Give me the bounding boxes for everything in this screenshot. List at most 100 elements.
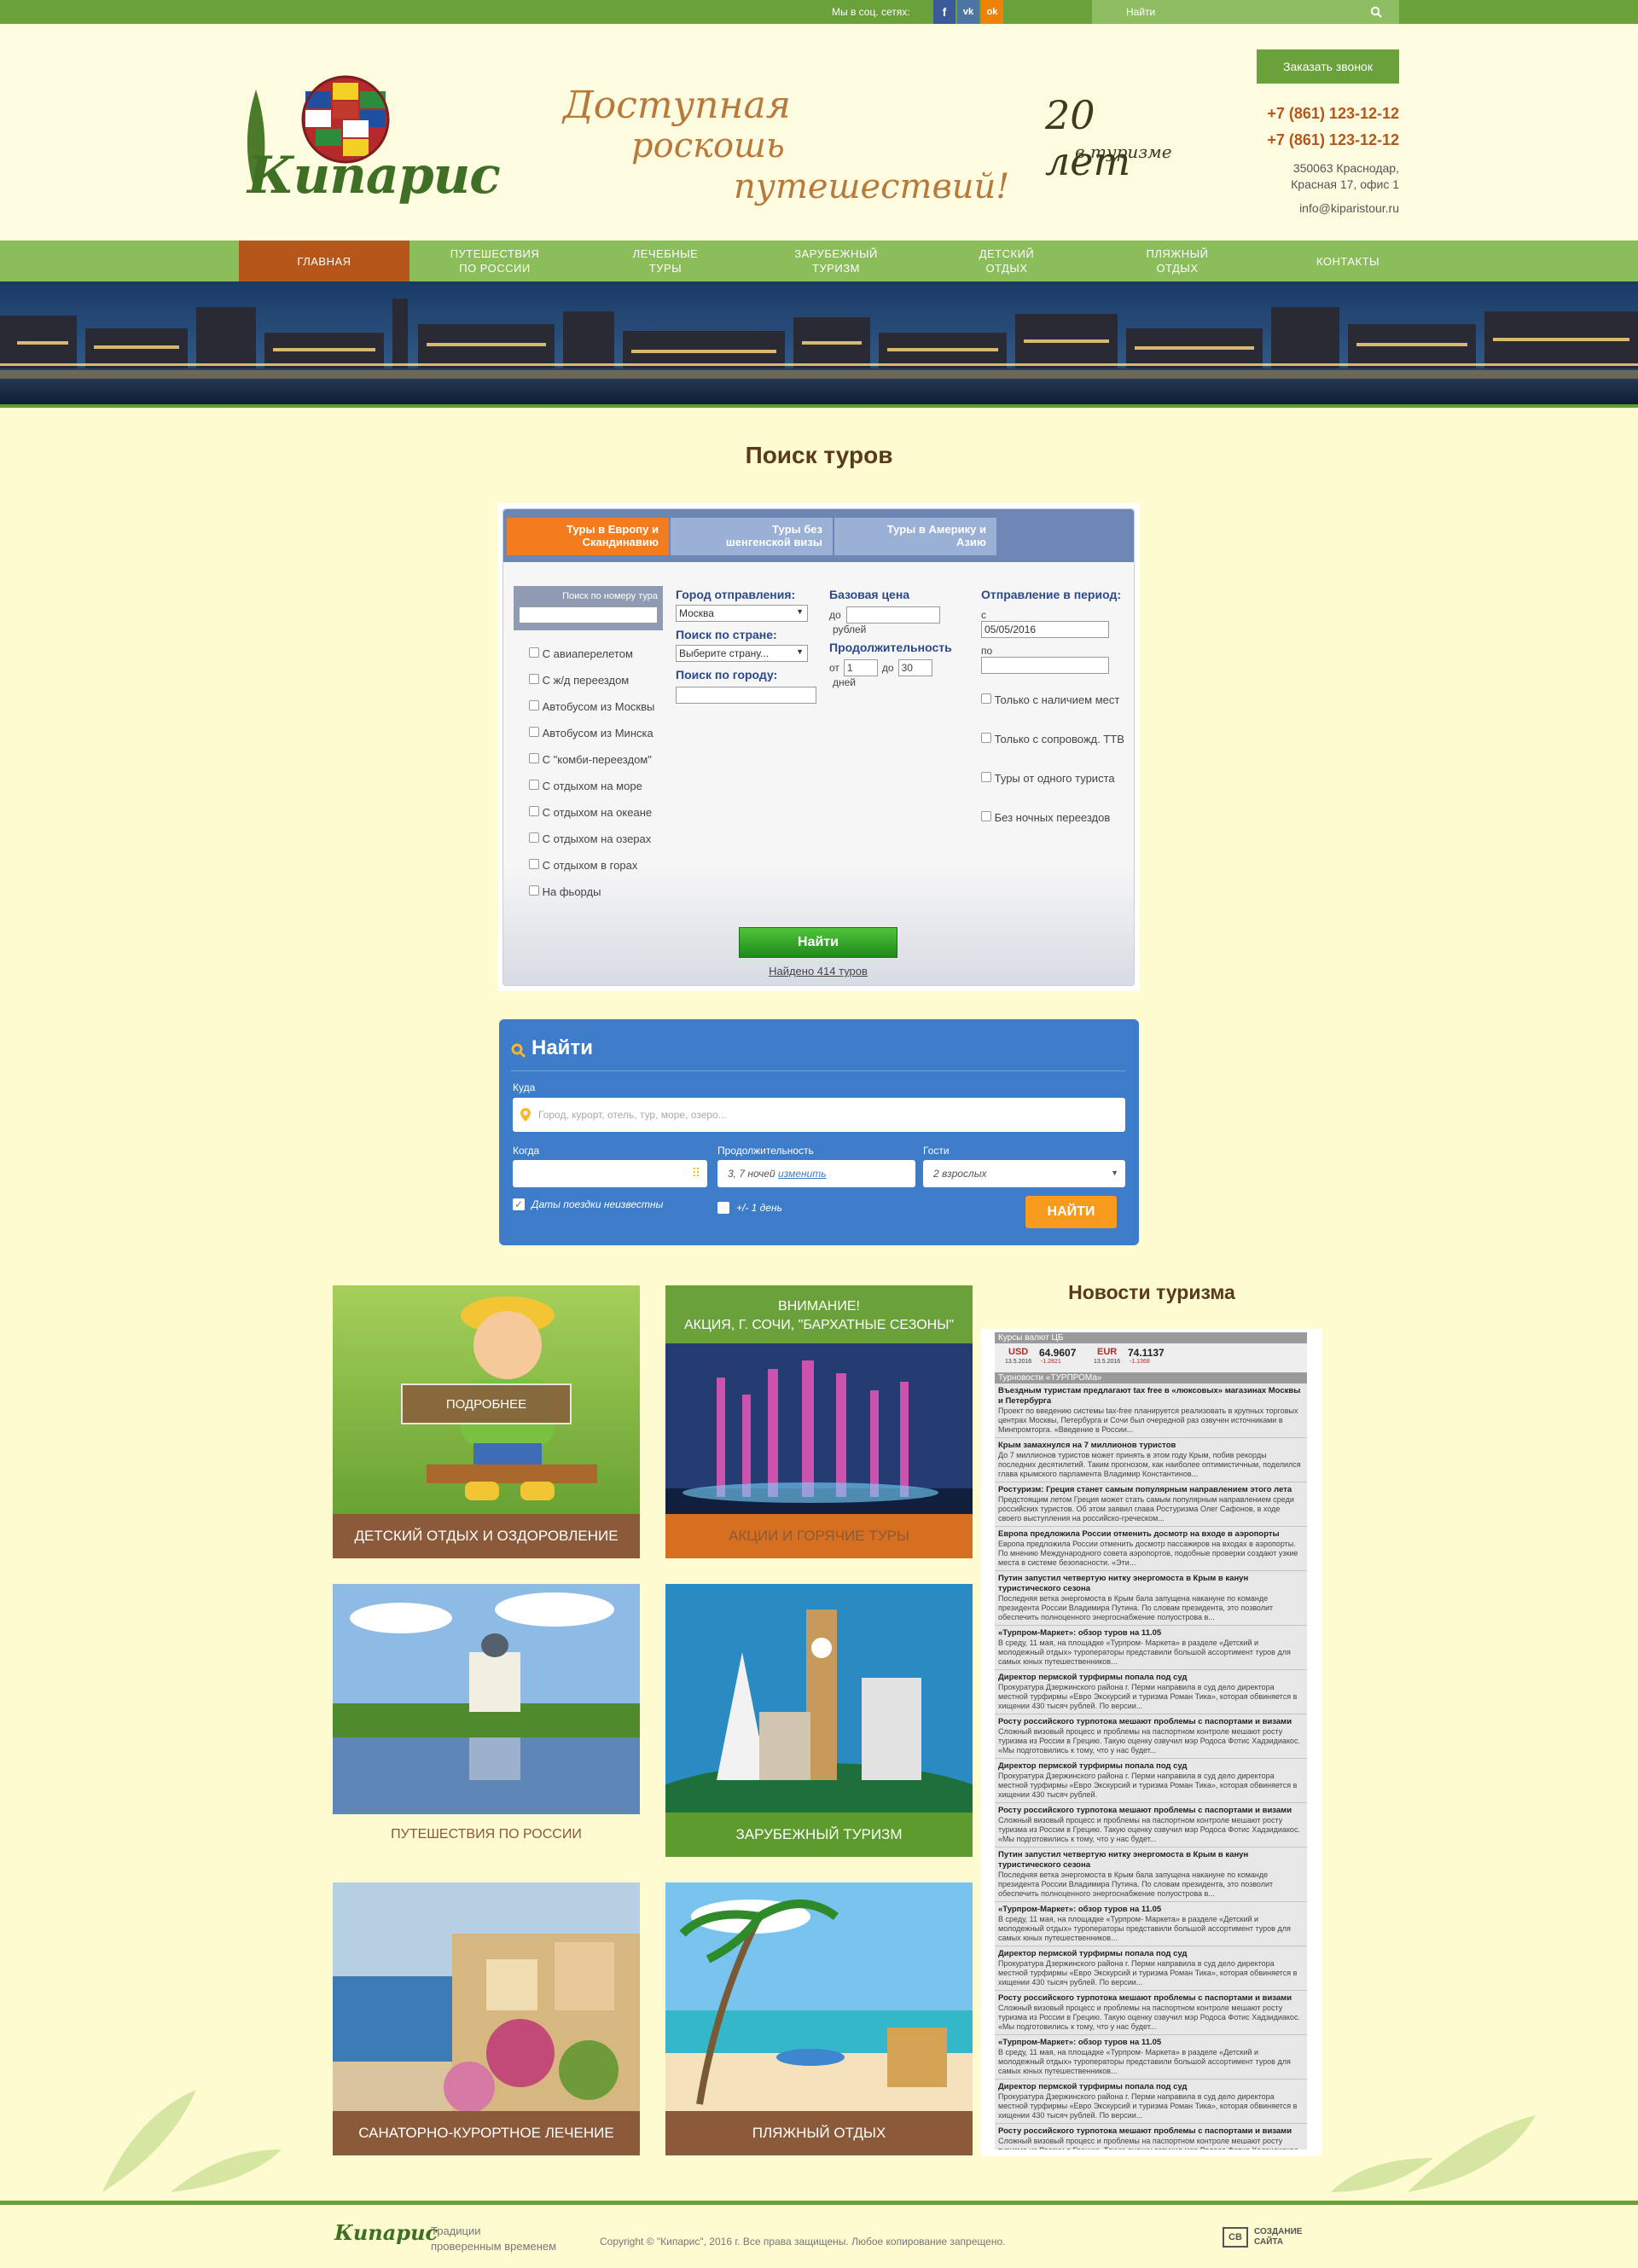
news-item[interactable]: Росту российского турпотока мешают пробл…	[995, 1803, 1307, 1847]
phone-2[interactable]: +7 (861) 123-12-12	[1194, 131, 1399, 149]
plus-minus-checkbox[interactable]: +/- 1 день	[717, 1202, 782, 1214]
search-widget: Найти Куда Город, курорт, отель, тур, мо…	[499, 1019, 1139, 1245]
news-list: Въездным туристам предлагают tax free в …	[995, 1383, 1307, 2149]
country-select[interactable]: Выберите страну... ▼	[676, 645, 808, 662]
odnoklassniki-icon[interactable]: ok	[981, 0, 1003, 24]
where-input[interactable]: Город, курорт, отель, тур, море, озеро..…	[513, 1098, 1125, 1132]
duration-to-label: до	[881, 662, 894, 674]
duration-to-input[interactable]: 30	[897, 659, 932, 676]
period-from-label: с	[981, 609, 986, 621]
news-item[interactable]: Путин запустил четвертую нитку энергомос…	[995, 1571, 1307, 1626]
usd-change: -1.2821	[1041, 1359, 1061, 1365]
logo[interactable]: Кипарис	[239, 71, 501, 216]
period-to-input[interactable]	[981, 657, 1109, 674]
news-item[interactable]: «Турпром-Маркет»: обзор туров на 11.05 В …	[995, 1902, 1307, 1946]
departure-city-select[interactable]: Москва ▼	[676, 605, 808, 622]
news-item[interactable]: Директор пермской турфирмы попала под су…	[995, 1759, 1307, 1803]
social-label: Мы в соц. сетях:	[832, 6, 910, 18]
usd-value: 64.9607	[1039, 1347, 1077, 1359]
news-item[interactable]: Росту российского турпотока мешают пробл…	[995, 1714, 1307, 1759]
news-item[interactable]: Директор пермской турфирмы попала под су…	[995, 1670, 1307, 1714]
widget-find-button[interactable]: НАЙТИ	[1025, 1196, 1117, 1228]
find-tours-button[interactable]: Найти	[739, 927, 897, 958]
duration-label: Продолжительность	[829, 641, 952, 654]
guests-select[interactable]: 2 взрослых ▼	[923, 1160, 1125, 1187]
option-avia[interactable]: С авиаперелетом	[529, 647, 674, 674]
duration-change-link[interactable]: изменить	[778, 1168, 827, 1180]
option-fjords[interactable]: На фьорды	[529, 885, 674, 912]
option-available-seats[interactable]: Только с наличием мест	[981, 691, 1126, 730]
menu-item-home[interactable]: Главная	[239, 241, 410, 281]
unknown-dates-checkbox[interactable]: ✓ Даты поездки неизвестны	[513, 1198, 663, 1210]
tile-foreign[interactable]: Зарубежный туризм	[665, 1584, 973, 1857]
tab-no-schengen[interactable]: Туры без шенгенской визы	[671, 518, 833, 555]
option-sea[interactable]: С отдыхом на море	[529, 780, 674, 806]
menu-item-russia[interactable]: Путешествия по России	[410, 241, 580, 281]
news-item[interactable]: Европа предложила России отменить досмот…	[995, 1527, 1307, 1571]
option-combi[interactable]: С "комби-переездом"	[529, 753, 674, 780]
duration-input[interactable]: 3, 7 ночей изменить	[717, 1160, 915, 1187]
feed-header: Турновости «ТУРПРОМа»	[995, 1372, 1307, 1383]
menu-item-contacts[interactable]: Контакты	[1263, 241, 1433, 281]
menu-item-foreign[interactable]: Зарубежный туризм	[751, 241, 921, 281]
search-icon[interactable]	[1370, 6, 1382, 18]
guests-label: Гости	[923, 1145, 950, 1157]
period-from-input[interactable]: 05/05/2016	[981, 621, 1109, 638]
duration-from-input[interactable]: 1	[843, 659, 878, 676]
news-item[interactable]: Крым замахнулся на 7 миллионов туристов Д…	[995, 1438, 1307, 1482]
option-no-night[interactable]: Без ночных переездов	[981, 809, 1126, 848]
option-train[interactable]: С ж/д переездом	[529, 674, 674, 700]
price-input[interactable]	[845, 606, 940, 624]
leaves-decoration	[102, 2090, 1536, 2192]
tab-europe[interactable]: Туры в Европу и Скандинавию	[507, 518, 669, 555]
callback-button[interactable]: Заказать звонок	[1257, 49, 1399, 84]
duration-label: Продолжительность	[717, 1145, 814, 1157]
tab-america-asia[interactable]: Туры в Америку и Азию	[834, 518, 996, 555]
period-label: Отправление в период:	[981, 588, 1122, 601]
news-item[interactable]: Росту российского турпотока мешают пробл…	[995, 1991, 1307, 2035]
email-link[interactable]: info@kiparistour.ru	[1194, 201, 1399, 215]
menu-item-kids[interactable]: Детский отдых	[921, 241, 1092, 281]
more-button[interactable]: Подробнее	[401, 1383, 572, 1424]
menu-item-beach[interactable]: Пляжный отдых	[1092, 241, 1263, 281]
tile-caption: Путешествия по России	[391, 1827, 582, 1842]
developer-text[interactable]: СОЗДАНИЕ САЙТА	[1254, 2227, 1302, 2248]
tile-promo[interactable]: ВНИМАНИЕ! АКЦИЯ, Г. СОЧИ, "БАРХАТНЫЕ СЕЗ…	[665, 1285, 973, 1558]
tile-russia[interactable]: Путешествия по России	[333, 1584, 640, 1857]
tile-kids[interactable]: Подробнее Детский отдых и оздоровление	[333, 1285, 640, 1558]
eur-date: 13.5.2016	[1094, 1359, 1121, 1365]
developer-logo-icon[interactable]: СВ	[1223, 2227, 1248, 2248]
departure-city-label: Город отправления:	[676, 588, 796, 601]
search-box[interactable]: Найти	[1092, 0, 1399, 24]
when-input[interactable]: ⠿	[513, 1160, 707, 1187]
calendar-icon: ⠿	[691, 1166, 700, 1180]
city-input[interactable]	[676, 687, 816, 704]
news-item[interactable]: Ростуризм: Греция станет самым популярны…	[995, 1482, 1307, 1527]
option-bus-minsk[interactable]: Автобусом из Минска	[529, 727, 674, 753]
news-item[interactable]: Въездным туристам предлагают tax free в …	[995, 1383, 1307, 1438]
news-item[interactable]: Директор пермской турфирмы попала под су…	[995, 1946, 1307, 1991]
search-input[interactable]: Найти	[1126, 6, 1155, 18]
dropdown-arrow-icon: ▼	[796, 647, 804, 656]
phone-1[interactable]: +7 (861) 123-12-12	[1194, 105, 1399, 123]
news-item[interactable]: «Турпром-Маркет»: обзор туров на 11.05 В …	[995, 2035, 1307, 2079]
option-ocean[interactable]: С отдыхом на океане	[529, 806, 674, 832]
option-bus-moscow[interactable]: Автобусом из Москвы	[529, 700, 674, 727]
facebook-icon[interactable]: f	[933, 0, 956, 24]
option-mountains[interactable]: С отдыхом в горах	[529, 859, 674, 885]
country-label: Поиск по стране:	[676, 628, 777, 641]
tour-number-input[interactable]	[519, 606, 658, 624]
slogan-line-3: путешествий!	[734, 167, 1010, 206]
found-count-link[interactable]: Найдено 414 туров	[739, 965, 897, 977]
vk-icon[interactable]: vk	[957, 0, 979, 24]
eur-label: EUR	[1097, 1347, 1118, 1357]
news-item[interactable]: Путин запустил четвертую нитку энергомос…	[995, 1847, 1307, 1902]
fountain-image	[665, 1343, 973, 1514]
option-escort[interactable]: Только с сопровожд. ТТВ	[981, 730, 1126, 769]
news-item[interactable]: «Турпром-Маркет»: обзор туров на 11.05 В …	[995, 1626, 1307, 1670]
footer-logo[interactable]: Кипарис	[334, 2220, 438, 2245]
option-single-tourist[interactable]: Туры от одного туриста	[981, 769, 1126, 809]
menu-item-medical[interactable]: Лечебные туры	[580, 241, 751, 281]
check-icon: ✓	[513, 1198, 525, 1210]
option-lakes[interactable]: С отдыхом на озерах	[529, 832, 674, 859]
